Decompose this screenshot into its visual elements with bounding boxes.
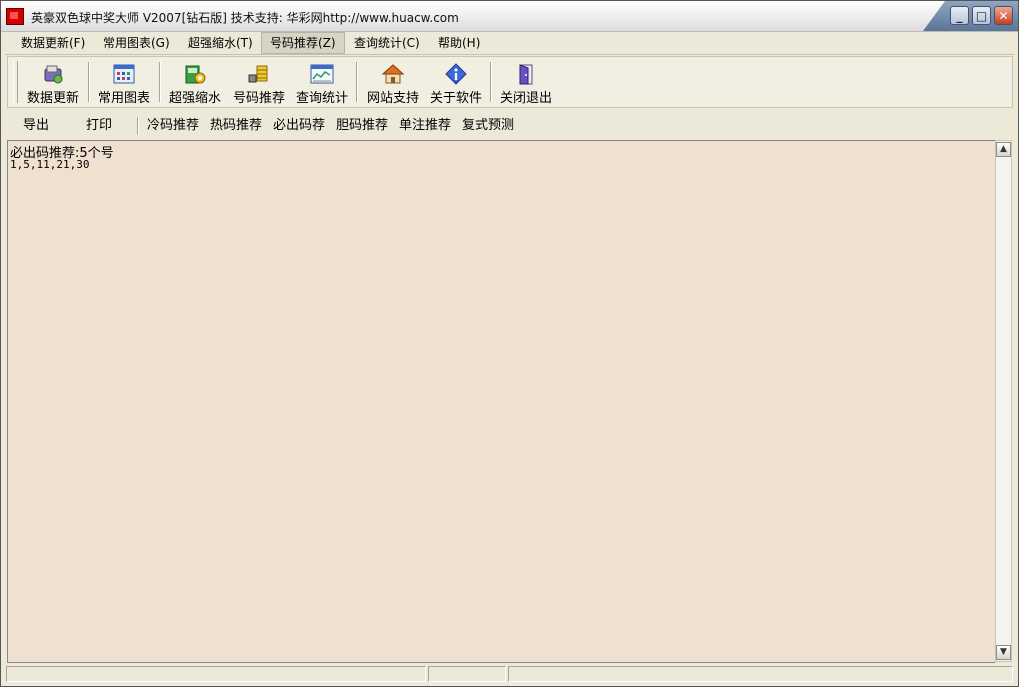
- status-bar: [5, 665, 1015, 684]
- close-button[interactable]: ✕: [994, 6, 1013, 25]
- compound-forecast-button[interactable]: 复式预测: [462, 114, 514, 138]
- statistics-window-icon: [310, 64, 334, 84]
- website-support-label: 网站支持: [366, 91, 419, 106]
- menu-data-update[interactable]: 数据更新(F): [13, 32, 93, 54]
- exit-button[interactable]: 关闭退出: [495, 60, 557, 106]
- exit-label: 关闭退出: [499, 91, 552, 106]
- database-update-icon: [44, 65, 63, 84]
- menu-charts[interactable]: 常用图表(G): [95, 32, 178, 54]
- query-stats-label: 查询统计: [295, 91, 348, 106]
- home-icon: [381, 64, 405, 84]
- data-update-button[interactable]: 数据更新: [22, 60, 84, 106]
- result-numbers: 1,5,11,21,30: [10, 158, 90, 171]
- menu-filter[interactable]: 超强缩水(T): [180, 32, 261, 54]
- maximize-button[interactable]: □: [972, 6, 991, 25]
- app-logo-icon[interactable]: [6, 8, 24, 25]
- info-icon: [445, 63, 467, 85]
- title-bar[interactable]: 英豪双色球中奖大师 V2007[钻石版] 技术支持: 华彩网http://www…: [1, 1, 1018, 32]
- menu-recommend[interactable]: 号码推荐(Z): [261, 32, 345, 54]
- status-panel-right: [508, 666, 1013, 682]
- recommend-toolbar: 导出 打印 冷码推荐 热码推荐 必出码荐 胆码推荐 单注推荐 复式预测: [7, 114, 1013, 138]
- toolbar-separator: [88, 62, 90, 102]
- status-panel-main: [6, 666, 426, 682]
- app-window: 英豪双色球中奖大师 V2007[钻石版] 技术支持: 华彩网http://www…: [0, 0, 1019, 687]
- minimize-button[interactable]: _: [950, 6, 969, 25]
- banker-number-button[interactable]: 胆码推荐: [336, 114, 388, 138]
- status-panel-mid: [428, 666, 506, 682]
- charts-button[interactable]: 常用图表: [93, 60, 155, 106]
- exit-door-icon: [519, 64, 533, 85]
- scroll-up-button[interactable]: ▲: [996, 142, 1011, 157]
- hot-number-button[interactable]: 热码推荐: [210, 114, 262, 138]
- chart-grid-icon: [113, 64, 135, 84]
- recommend-button[interactable]: 号码推荐: [228, 60, 290, 106]
- toolbar-separator: [490, 62, 492, 102]
- about-button[interactable]: 关于软件: [425, 60, 487, 106]
- subbar-separator: [137, 117, 139, 135]
- menu-bar: 数据更新(F) 常用图表(G) 超强缩水(T) 号码推荐(Z) 查询统计(C) …: [5, 32, 1014, 55]
- menu-help[interactable]: 帮助(H): [430, 32, 488, 54]
- vertical-scrollbar[interactable]: ▲ ▼: [995, 140, 1012, 662]
- main-toolbar: 数据更新 常用图表 超强缩水 号码推荐 查询统计 网站支持 关于软件 关闭退出: [7, 56, 1013, 108]
- filter-book-icon: [185, 65, 206, 84]
- must-appear-button[interactable]: 必出码荐: [273, 114, 325, 138]
- menu-query-stats[interactable]: 查询统计(C): [346, 32, 428, 54]
- coin-stack-icon: [248, 65, 268, 83]
- cold-number-button[interactable]: 冷码推荐: [147, 114, 199, 138]
- result-text-area[interactable]: 必出码推荐:5个号 1,5,11,21,30: [7, 140, 995, 663]
- window-title: 英豪双色球中奖大师 V2007[钻石版] 技术支持: 华彩网http://www…: [31, 11, 459, 25]
- toolbar-separator: [356, 62, 358, 102]
- print-button[interactable]: 打印: [86, 114, 112, 138]
- charts-label: 常用图表: [97, 91, 150, 106]
- data-update-label: 数据更新: [26, 91, 79, 106]
- toolbar-grip[interactable]: [13, 61, 18, 103]
- website-support-button[interactable]: 网站支持: [362, 60, 424, 106]
- filter-button[interactable]: 超强缩水: [164, 60, 226, 106]
- filter-label: 超强缩水: [168, 91, 221, 106]
- export-button[interactable]: 导出: [23, 114, 49, 138]
- query-stats-button[interactable]: 查询统计: [291, 60, 353, 106]
- single-bet-button[interactable]: 单注推荐: [399, 114, 451, 138]
- scroll-down-button[interactable]: ▼: [996, 645, 1011, 660]
- recommend-label: 号码推荐: [232, 91, 285, 106]
- about-label: 关于软件: [429, 91, 482, 106]
- toolbar-separator: [159, 62, 161, 102]
